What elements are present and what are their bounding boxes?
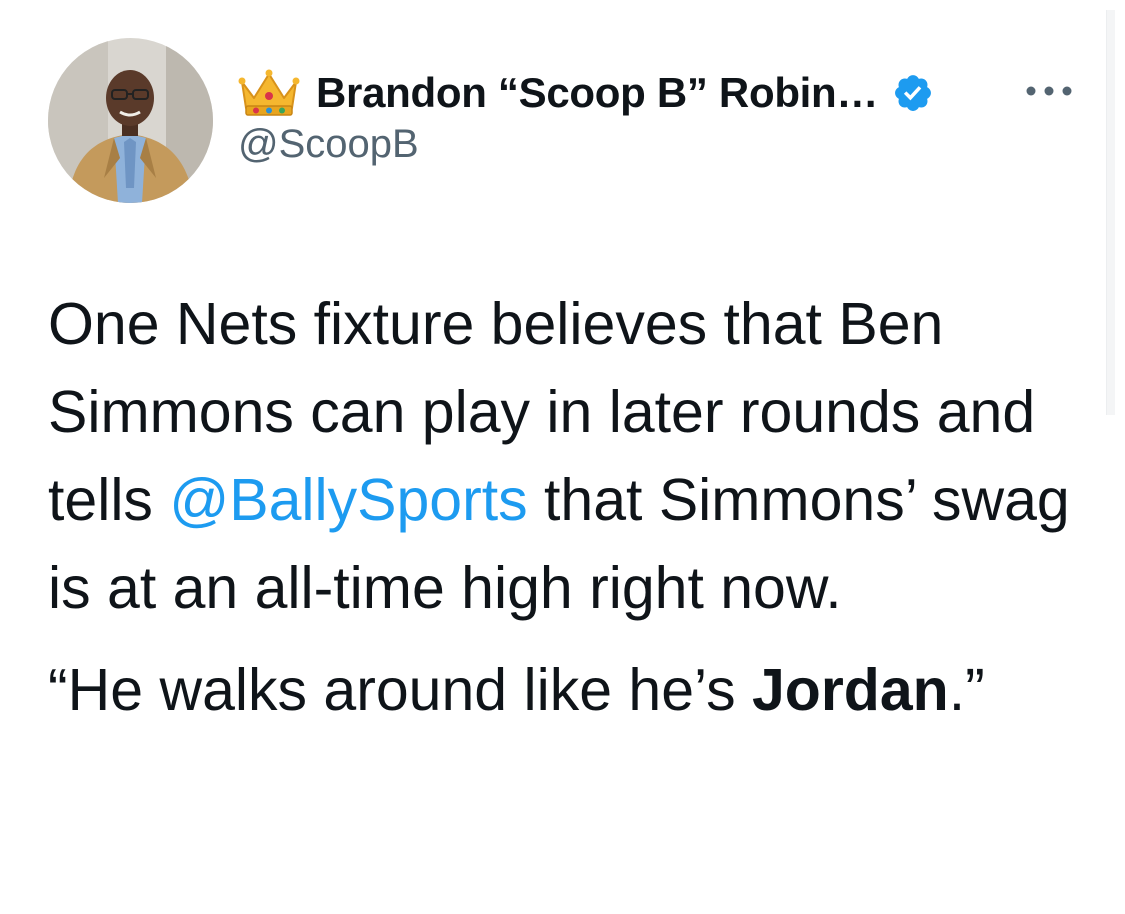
avatar[interactable]	[48, 38, 213, 203]
tweet-paragraph-2: “He walks around like he’s Jordan.”	[48, 646, 1088, 734]
avatar-photo	[48, 38, 213, 203]
quote-text-segment: .”	[948, 657, 985, 723]
tweet-paragraph-1: One Nets fixture believes that Ben Simmo…	[48, 280, 1088, 632]
display-name[interactable]: Brandon “Scoop B” Robin…	[316, 69, 878, 117]
author-name-row[interactable]: Brandon “Scoop B” Robin…	[238, 66, 934, 120]
author-handle[interactable]: @ScoopB	[238, 122, 419, 167]
crown-icon	[238, 69, 300, 116]
scrollbar-track[interactable]	[1106, 10, 1115, 415]
tweet-body: One Nets fixture believes that Ben Simmo…	[48, 280, 1088, 734]
verified-badge-icon	[895, 75, 932, 111]
more-options-icon[interactable]	[1024, 84, 1074, 98]
quote-bold-text: Jordan	[751, 657, 949, 723]
mention-link[interactable]: @BallySports	[169, 467, 527, 533]
quote-text-segment: “He walks around like he’s	[48, 657, 752, 723]
